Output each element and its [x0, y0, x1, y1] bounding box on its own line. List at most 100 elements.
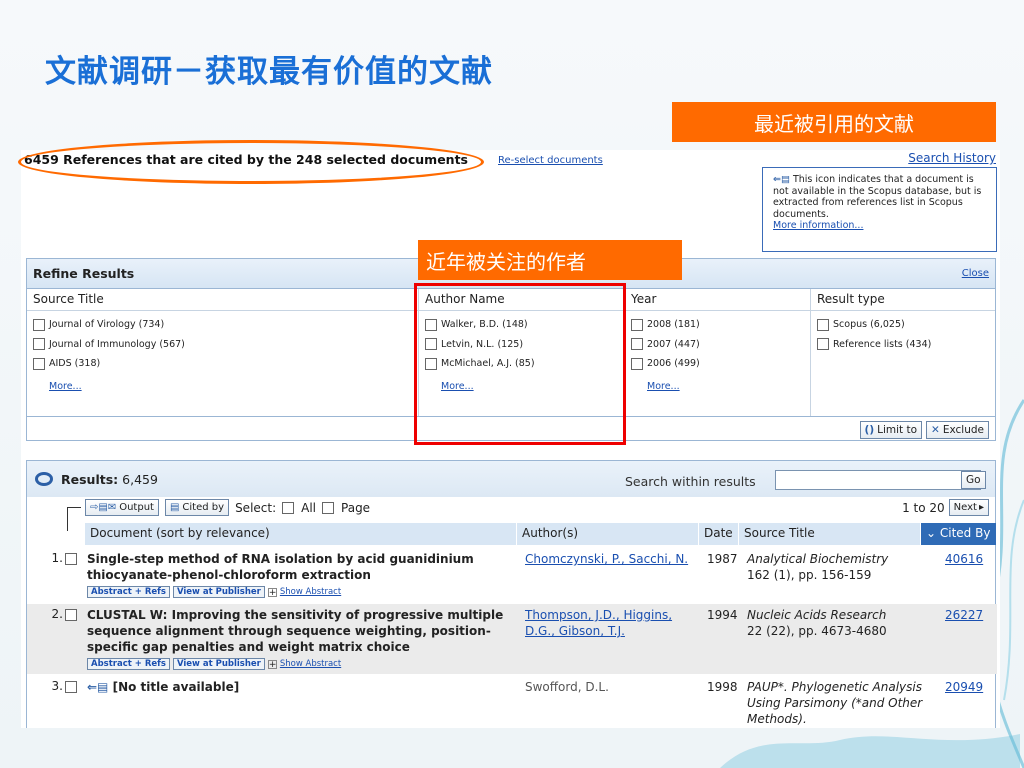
col-cited-by[interactable]: ⌄ Cited By: [921, 523, 997, 545]
row-title-cell: ⇐▤ [No title available]: [85, 679, 519, 729]
source-detail: 162 (1), pp. 156-159: [747, 568, 872, 582]
callout-authors: 近年被关注的作者: [418, 240, 682, 280]
show-abstract-link[interactable]: Show Abstract: [280, 584, 341, 600]
pager-range: 1 to 20: [902, 500, 945, 515]
refine-close-link[interactable]: Close: [962, 268, 989, 279]
row-checkbox[interactable]: [65, 681, 77, 693]
results-table-header: Document (sort by relevance) Author(s) D…: [85, 523, 997, 545]
filter-option[interactable]: AIDS (318): [33, 354, 412, 374]
col-authors[interactable]: Author(s): [517, 523, 699, 545]
author-link[interactable]: Chomczynski, P., Sacchi, N.: [525, 552, 688, 566]
filter-option[interactable]: Scopus (6,025): [817, 315, 989, 335]
show-abstract-link[interactable]: Show Abstract: [280, 656, 341, 672]
checkbox[interactable]: [631, 318, 643, 331]
select-page-checkbox[interactable]: [322, 501, 335, 514]
select-label: Select:: [235, 500, 277, 515]
go-button[interactable]: Go: [961, 471, 986, 489]
filter-label: Journal of Virology (734): [49, 319, 165, 331]
col-cited-label: Cited By: [939, 526, 991, 540]
cited-by-button[interactable]: ▤ Cited by: [164, 499, 230, 516]
sort-down-icon: ⌄: [926, 526, 940, 540]
row-source: Analytical Biochemistry 162 (1), pp. 156-…: [743, 551, 939, 603]
row-authors: Chomczynski, P., Sacchi, N.: [519, 551, 703, 603]
results-count: 6,459: [122, 471, 158, 487]
filter-option[interactable]: 2008 (181): [631, 315, 804, 335]
refine-title: Refine Results: [33, 266, 135, 281]
col-date[interactable]: Date: [699, 523, 739, 545]
row-cited-by[interactable]: 26227: [939, 607, 983, 674]
col-document[interactable]: Document (sort by relevance): [85, 523, 517, 545]
reference-list-icon: ⇐▤: [87, 680, 113, 694]
source-title: Analytical Biochemistry: [747, 552, 889, 566]
checkbox[interactable]: [631, 338, 643, 351]
author-link[interactable]: Thompson, J.D., Higgins, D.G., Gibson, T…: [525, 608, 672, 638]
source-detail: 22 (22), pp. 4673-4680: [747, 624, 887, 638]
expand-icon[interactable]: +: [267, 659, 277, 669]
filter-label: 2007 (447): [647, 338, 700, 350]
highlight-author-box: [414, 283, 626, 445]
expand-icon[interactable]: +: [267, 587, 277, 597]
output-button[interactable]: ⇨▤✉ Output: [85, 499, 159, 516]
checkbox[interactable]: [33, 338, 45, 351]
source-title: Nucleic Acids Research: [747, 608, 887, 622]
abstract-refs-button[interactable]: Abstract + Refs: [87, 658, 170, 670]
row-checkbox[interactable]: [65, 553, 77, 565]
highlight-ellipse: [18, 140, 484, 184]
abstract-refs-button[interactable]: Abstract + Refs: [87, 586, 170, 598]
more-link[interactable]: More...: [49, 381, 82, 392]
next-button[interactable]: Next ▸: [948, 499, 989, 516]
limit-to-button[interactable]: () Limit to: [859, 421, 923, 439]
checkbox[interactable]: [33, 318, 45, 331]
cited-by-icon: ▤: [169, 502, 180, 513]
row-source: PAUP*. Phylogenetic Analysis Using Parsi…: [747, 680, 923, 726]
more-information-link[interactable]: More information...: [773, 220, 863, 231]
view-publisher-button[interactable]: View at Publisher: [172, 658, 265, 670]
row-title-cell: Single-step method of RNA isolation by a…: [85, 551, 519, 603]
row-source: Nucleic Acids Research 22 (22), pp. 4673-…: [743, 607, 939, 674]
filter-option[interactable]: Journal of Immunology (567): [33, 335, 412, 355]
results-panel: Results: 6,459 Search within results Go …: [26, 460, 997, 729]
col-source[interactable]: Source Title: [739, 523, 921, 545]
checkbox[interactable]: [817, 338, 829, 351]
reselect-documents-link[interactable]: Re-select documents: [498, 155, 603, 166]
limit-icon: (): [864, 424, 875, 436]
more-link[interactable]: More...: [647, 381, 680, 392]
slide-title: 文献调研－获取最有价值的文献: [45, 54, 493, 90]
checkbox[interactable]: [817, 318, 829, 331]
row-date: 1987: [707, 552, 738, 566]
results-toolbar: ⇨▤✉ Output ▤ Cited by Select: All Page: [85, 499, 370, 516]
select-all-checkbox[interactable]: [282, 501, 295, 514]
pager: 1 to 20 Next ▸: [902, 499, 989, 516]
refine-col-result-type: Result type Scopus (6,025) Reference lis…: [811, 289, 995, 416]
row-title[interactable]: CLUSTAL W: Improving the sensitivity of …: [87, 607, 519, 655]
callout-recent-cited: 最近被引用的文献: [672, 102, 996, 142]
output-icons: ⇨▤✉: [90, 502, 117, 513]
search-within-input[interactable]: [775, 470, 981, 490]
results-label: Results:: [61, 471, 119, 487]
output-label: Output: [119, 502, 154, 513]
exclude-button[interactable]: ✕ Exclude: [926, 421, 989, 439]
select-all-label: All: [301, 500, 317, 515]
row-title[interactable]: Single-step method of RNA isolation by a…: [87, 551, 519, 583]
row-cited-by[interactable]: 20949: [939, 679, 983, 729]
refresh-icon: [35, 472, 53, 486]
checkbox[interactable]: [631, 357, 643, 370]
search-within-label: Search within results: [625, 474, 756, 489]
view-publisher-button[interactable]: View at Publisher: [172, 586, 265, 598]
row-cited-by[interactable]: 40616: [939, 551, 983, 603]
row-authors: Swofford, D.L.: [525, 680, 609, 694]
exclude-icon: ✕: [931, 424, 940, 436]
limit-to-label: Limit to: [877, 424, 918, 436]
filter-option[interactable]: 2007 (447): [631, 335, 804, 355]
row-checkbox[interactable]: [65, 609, 77, 621]
filter-option[interactable]: Reference lists (434): [817, 335, 989, 355]
exclude-label: Exclude: [942, 424, 984, 436]
row-number: 1.: [51, 551, 63, 565]
filter-option[interactable]: Journal of Virology (734): [33, 315, 412, 335]
search-history-link[interactable]: Search History: [908, 151, 996, 165]
row-date: 1994: [707, 608, 738, 622]
filter-option[interactable]: 2006 (499): [631, 354, 804, 374]
select-page-label: Page: [341, 500, 371, 515]
checkbox[interactable]: [33, 357, 45, 370]
column-header: Result type: [811, 289, 995, 311]
